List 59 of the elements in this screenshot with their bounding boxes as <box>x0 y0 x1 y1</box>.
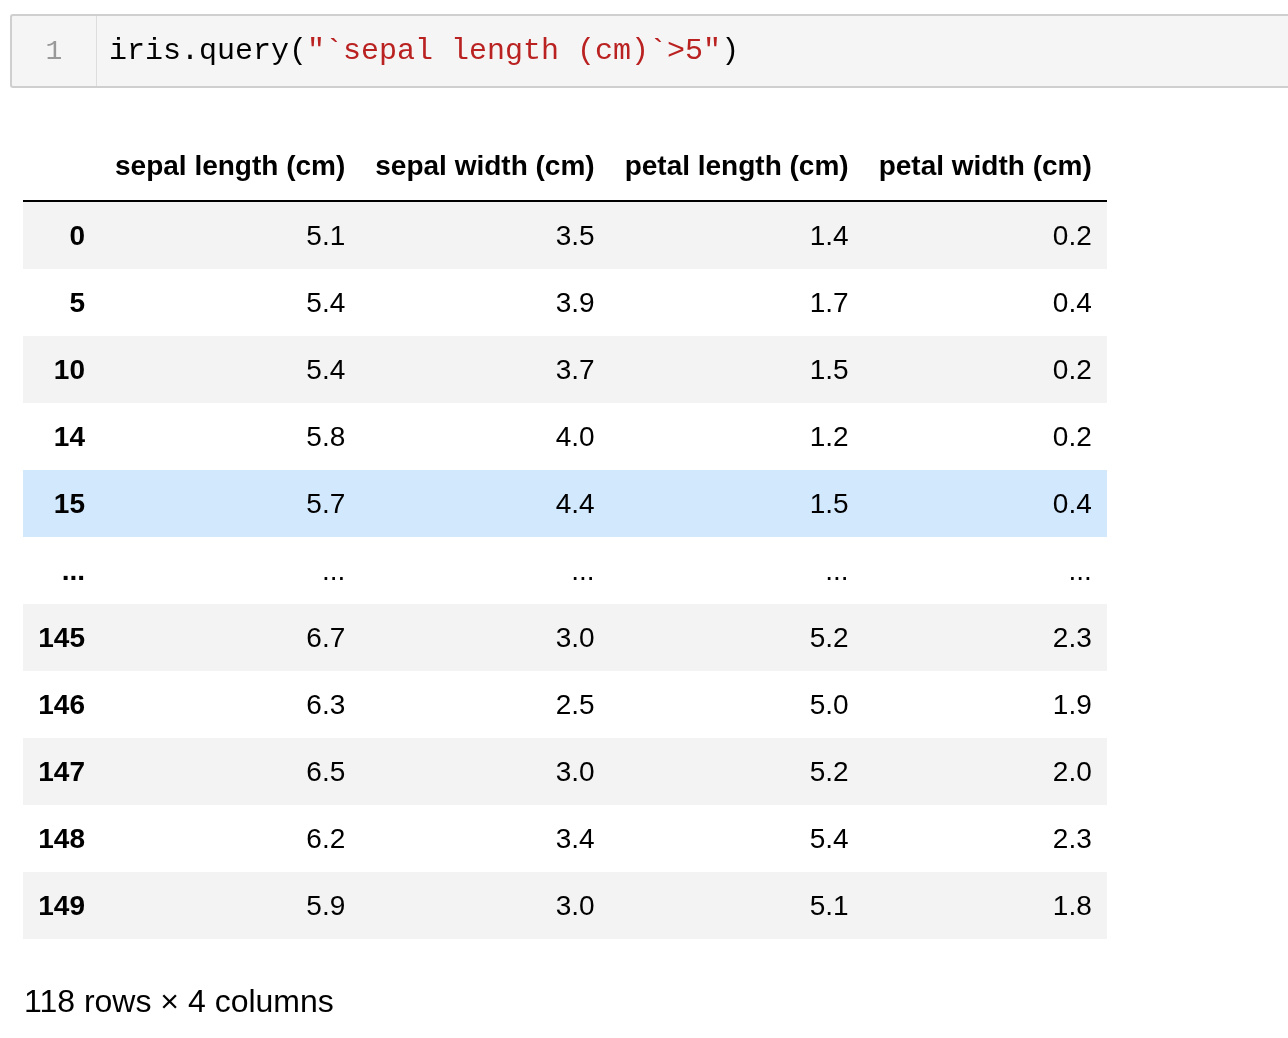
table-cell: 6.5 <box>100 738 361 805</box>
row-index: 5 <box>23 269 100 336</box>
table-cell: 5.0 <box>609 671 864 738</box>
table-cell: 3.5 <box>360 201 610 269</box>
table-cell: 5.2 <box>609 604 864 671</box>
row-index: 149 <box>23 872 100 939</box>
table-cell: ... <box>863 537 1107 604</box>
table-cell: 5.4 <box>100 336 361 403</box>
table-cell: 0.2 <box>863 336 1107 403</box>
table-cell: 1.5 <box>609 470 864 537</box>
table-cell: ... <box>360 537 610 604</box>
table-cell: 1.5 <box>609 336 864 403</box>
row-index: 145 <box>23 604 100 671</box>
table-cell: ... <box>609 537 864 604</box>
table-cell: 5.1 <box>100 201 361 269</box>
row-index: 0 <box>23 201 100 269</box>
table-cell: 5.8 <box>100 403 361 470</box>
table-cell: 4.0 <box>360 403 610 470</box>
table-cell: 2.3 <box>863 604 1107 671</box>
table-cell: 1.7 <box>609 269 864 336</box>
table-cell: 3.9 <box>360 269 610 336</box>
row-index: 14 <box>23 403 100 470</box>
line-number: 1 <box>12 16 97 86</box>
row-index: 10 <box>23 336 100 403</box>
table-cell: 3.0 <box>360 872 610 939</box>
table-cell: 2.0 <box>863 738 1107 805</box>
code-cell[interactable]: 1 iris.query("`sepal length (cm)`>5") <box>10 14 1288 88</box>
table-cell: 5.1 <box>609 872 864 939</box>
table-cell: 3.4 <box>360 805 610 872</box>
table-cell: 5.4 <box>100 269 361 336</box>
row-index: 147 <box>23 738 100 805</box>
row-index: ... <box>23 537 100 604</box>
row-index: 148 <box>23 805 100 872</box>
table-summary: 118 rows × 4 columns <box>24 983 335 1020</box>
table-cell: 5.4 <box>609 805 864 872</box>
table-cell: 2.3 <box>863 805 1107 872</box>
table-cell: 0.4 <box>863 269 1107 336</box>
table-cell: 1.4 <box>609 201 864 269</box>
table-cell: 5.9 <box>100 872 361 939</box>
table-cell: 3.0 <box>360 604 610 671</box>
table-cell: 4.4 <box>360 470 610 537</box>
table-cell: 3.0 <box>360 738 610 805</box>
table-cell: 0.2 <box>863 403 1107 470</box>
table-cell: 5.2 <box>609 738 864 805</box>
table-cell: 6.3 <box>100 671 361 738</box>
table-cell: 1.8 <box>863 872 1107 939</box>
table-cell: 3.7 <box>360 336 610 403</box>
table-cell: 0.4 <box>863 470 1107 537</box>
table-cell: 6.7 <box>100 604 361 671</box>
table-cell: 0.2 <box>863 201 1107 269</box>
code-line: iris.query("`sepal length (cm)`>5") <box>108 34 740 68</box>
table-cell: ... <box>100 537 361 604</box>
table-cell: 6.2 <box>100 805 361 872</box>
row-index: 15 <box>23 470 100 537</box>
table-cell: 1.2 <box>609 403 864 470</box>
table-cell: 2.5 <box>360 671 610 738</box>
row-index: 146 <box>23 671 100 738</box>
table-cell: 5.7 <box>100 470 361 537</box>
table-cell: 1.9 <box>863 671 1107 738</box>
